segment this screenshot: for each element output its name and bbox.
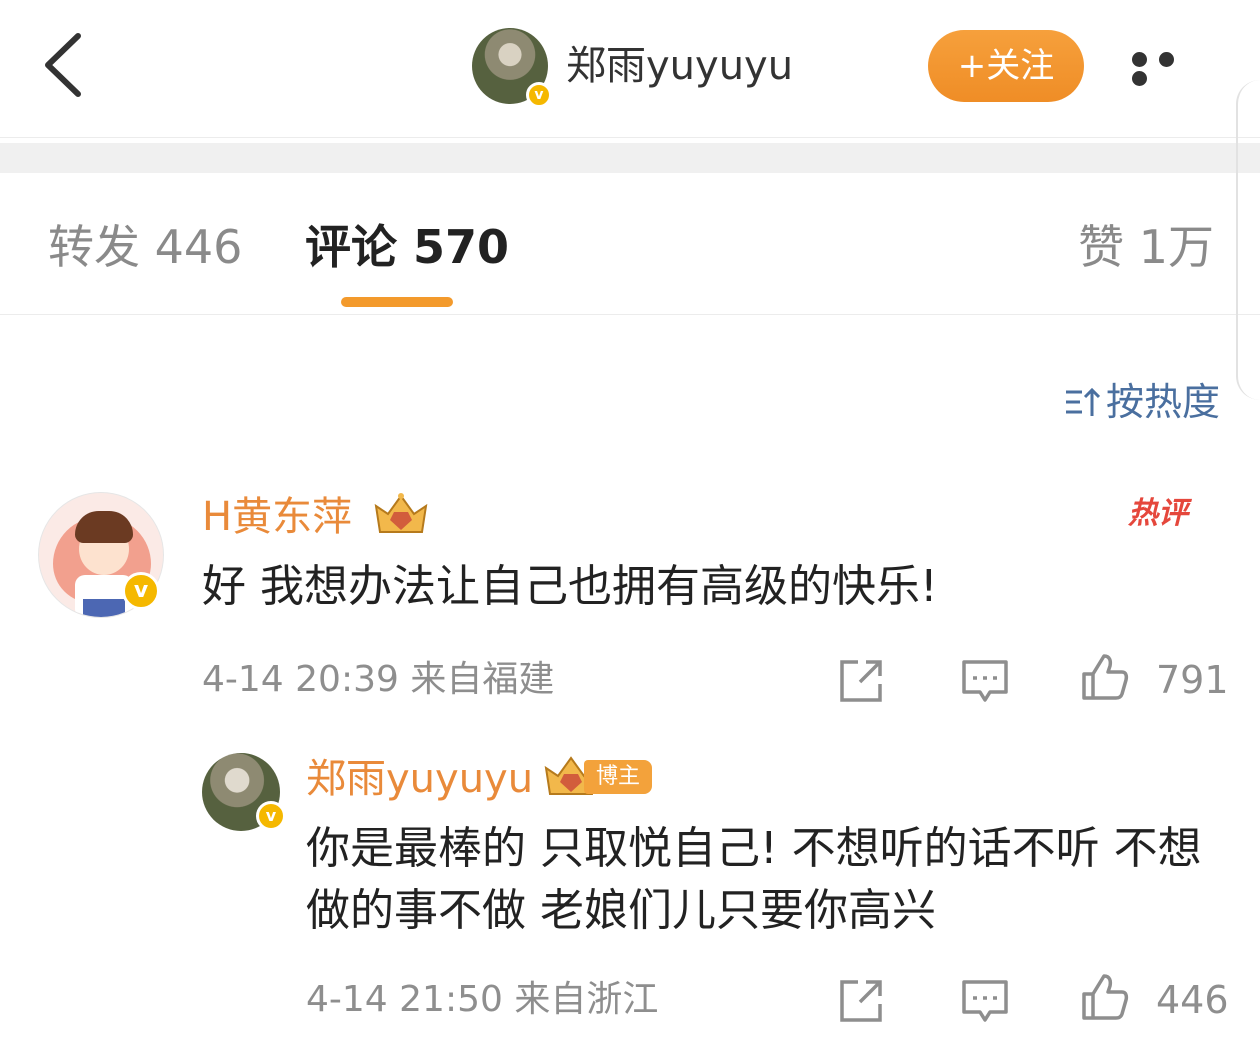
avatar-hair <box>75 511 133 543</box>
tab-repost[interactable]: 转发 446 <box>48 217 242 277</box>
active-tab-indicator <box>341 297 453 307</box>
crown-icon <box>374 493 428 533</box>
like-count: 791 <box>1156 658 1229 702</box>
sort-button[interactable]: 按热度 <box>1064 378 1220 426</box>
comment-text[interactable]: 好 我想办法让自己也拥有高级的快乐! <box>202 556 938 618</box>
verified-icon: v <box>526 82 552 108</box>
tab-comment[interactable]: 评论 570 <box>305 217 509 277</box>
like-count: 446 <box>1156 978 1229 1022</box>
like-icon[interactable] <box>1080 652 1130 702</box>
reply-author-name[interactable]: 郑雨yuyuyu <box>306 754 533 804</box>
comment-icon[interactable] <box>960 656 1010 706</box>
share-icon[interactable] <box>836 976 886 1026</box>
commenter-name[interactable]: H黄东萍 <box>202 492 352 542</box>
reply-meta: 4-14 21:50 来自浙江 <box>306 979 659 1020</box>
comment-meta: 4-14 20:39 来自福建 <box>202 659 555 700</box>
more-button[interactable] <box>1132 52 1212 86</box>
sort-label: 按热度 <box>1105 380 1220 424</box>
author-name[interactable]: 郑雨yuyuyu <box>566 40 793 92</box>
sort-icon <box>1065 387 1100 416</box>
side-drawer-handle[interactable] <box>1236 80 1260 400</box>
section-divider <box>0 143 1260 173</box>
tab-bar: 转发 446 评论 570 赞 1万 <box>0 173 1260 315</box>
author-badge: 博主 <box>584 760 652 794</box>
verified-icon: v <box>256 801 286 831</box>
like-icon[interactable] <box>1080 972 1130 1022</box>
tab-like[interactable]: 赞 1万 <box>1078 217 1214 277</box>
more-dot-icon <box>1159 52 1174 67</box>
reply-avatar[interactable]: v <box>202 753 286 831</box>
avatar-pants <box>83 599 125 617</box>
author-avatar[interactable]: v <box>472 28 552 108</box>
chevron-left-icon <box>45 33 81 97</box>
more-dot-icon <box>1132 52 1147 67</box>
comment-icon[interactable] <box>960 976 1010 1026</box>
top-bar: v 郑雨yuyuyu +关注 <box>0 0 1260 138</box>
commenter-avatar[interactable]: v <box>38 492 168 622</box>
verified-icon: v <box>122 572 160 610</box>
follow-button[interactable]: +关注 <box>928 30 1084 102</box>
back-button[interactable] <box>40 30 90 100</box>
share-icon[interactable] <box>836 656 886 706</box>
reply-text[interactable]: 你是最棒的 只取悦自己! 不想听的话不听 不想做的事不做 老娘们儿只要你高兴 <box>306 818 1226 942</box>
hot-comment-badge: 热评 <box>1128 496 1188 531</box>
more-dot-icon <box>1132 71 1147 86</box>
